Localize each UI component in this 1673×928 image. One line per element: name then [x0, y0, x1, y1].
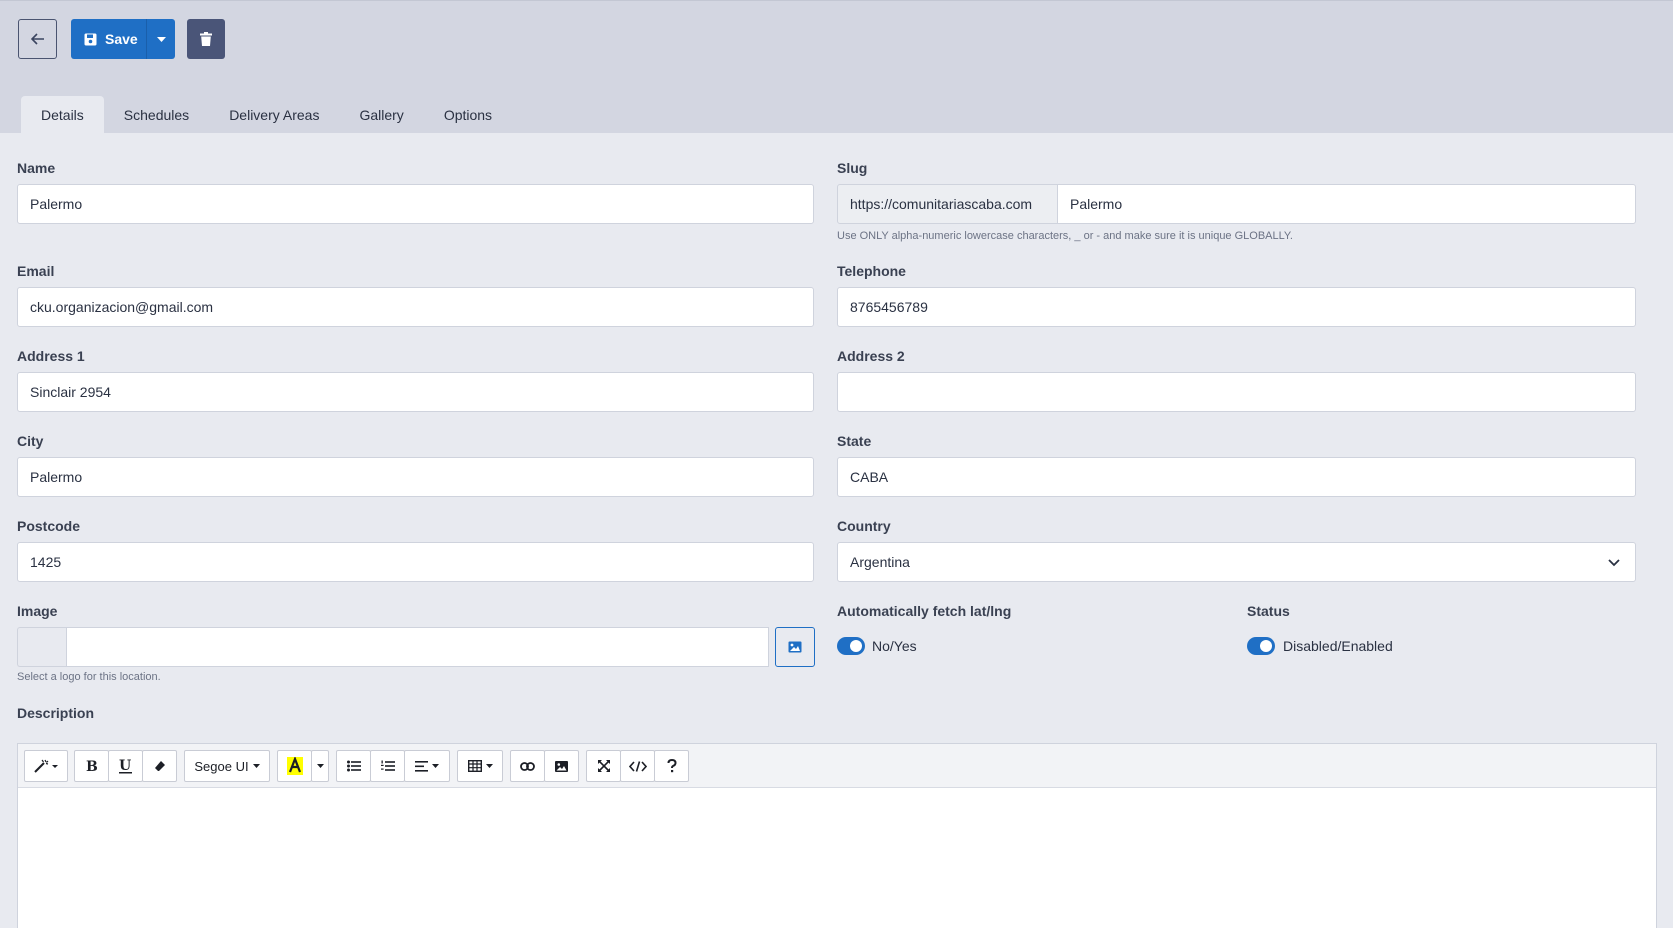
- save-button-group: Save: [71, 19, 175, 59]
- magic-wand-icon: [34, 759, 58, 773]
- description-editor: B U Segoe UI: [17, 743, 1657, 928]
- unordered-list-icon: [346, 760, 361, 772]
- align-left-icon: [415, 760, 428, 772]
- email-label: Email: [17, 263, 55, 279]
- caret-down-icon: [485, 764, 493, 768]
- bulleted-list-button[interactable]: [336, 750, 371, 782]
- image-icon: [788, 641, 802, 653]
- bold-button[interactable]: B: [74, 750, 109, 782]
- slug-prefix: https://comunitariascaba.com: [837, 184, 1058, 224]
- description-label: Description: [17, 705, 95, 721]
- address2-input[interactable]: [837, 372, 1636, 412]
- auto-latlng-toggle[interactable]: [837, 637, 865, 655]
- chevron-down-icon: [1608, 559, 1620, 567]
- delete-button[interactable]: [187, 19, 225, 59]
- fullscreen-button[interactable]: [586, 750, 621, 782]
- help-button[interactable]: [654, 750, 689, 782]
- caret-down-icon: [252, 764, 260, 768]
- image-hint: Select a logo for this location.: [17, 671, 161, 683]
- clear-format-button[interactable]: [142, 750, 177, 782]
- paragraph-align-button[interactable]: [404, 750, 450, 782]
- highlight-color-dropdown[interactable]: [311, 750, 329, 782]
- address2-label: Address 2: [837, 348, 905, 364]
- auto-latlng-label: Automatically fetch lat/lng: [837, 603, 1012, 619]
- expand-icon: [597, 760, 610, 772]
- table-button[interactable]: [457, 750, 503, 782]
- image-input[interactable]: [66, 627, 769, 667]
- bold-icon: B: [86, 759, 98, 773]
- city-label: City: [17, 433, 44, 449]
- link-icon: [520, 761, 535, 771]
- svg-text:B: B: [86, 759, 98, 773]
- editor-toolbar: B U Segoe UI: [18, 744, 1656, 788]
- status-toggle-text: Disabled/Enabled: [1283, 638, 1393, 654]
- status-label: Status: [1247, 603, 1290, 619]
- link-button[interactable]: [510, 750, 545, 782]
- image-label: Image: [17, 603, 58, 619]
- table-icon: [467, 760, 482, 772]
- picture-icon: [555, 760, 568, 772]
- arrow-left-icon: [30, 33, 44, 45]
- editor-content-area[interactable]: [18, 788, 1656, 928]
- auto-latlng-toggle-text: No/Yes: [872, 638, 917, 654]
- svg-text:U: U: [119, 759, 131, 774]
- address1-label: Address 1: [17, 348, 85, 364]
- tab-bar: Details Schedules Delivery Areas Gallery…: [21, 96, 512, 134]
- tab-schedules[interactable]: Schedules: [104, 96, 209, 134]
- header-bar: Save Details Schedules Delivery Areas Ga…: [0, 0, 1673, 134]
- insert-picture-button[interactable]: [544, 750, 579, 782]
- underline-icon: U: [119, 759, 132, 774]
- tab-gallery[interactable]: Gallery: [339, 96, 423, 134]
- postcode-label: Postcode: [17, 518, 81, 534]
- tab-details[interactable]: Details: [21, 96, 104, 134]
- help-icon: [667, 759, 677, 773]
- caret-down-icon: [156, 36, 166, 42]
- status-toggle[interactable]: [1247, 637, 1275, 655]
- country-label: Country: [837, 518, 891, 534]
- caret-down-icon: [316, 764, 324, 768]
- ordered-list-icon: [380, 760, 395, 771]
- underline-button[interactable]: U: [108, 750, 143, 782]
- name-label: Name: [17, 160, 56, 176]
- code-icon: [628, 760, 647, 772]
- slug-hint: Use ONLY alpha-numeric lowercase charact…: [837, 230, 1293, 242]
- country-select-value: Argentina: [850, 554, 910, 570]
- slug-input[interactable]: Palermo: [1057, 184, 1636, 224]
- country-select[interactable]: Argentina: [837, 542, 1636, 582]
- eraser-icon: [154, 761, 165, 771]
- font-family-value: Segoe UI: [194, 758, 249, 774]
- magic-style-button[interactable]: [24, 750, 68, 782]
- text-color-icon: [286, 757, 303, 775]
- highlight-color-button[interactable]: [277, 750, 312, 782]
- floppy-disk-icon: [84, 33, 97, 45]
- save-button-label: Save: [105, 31, 138, 47]
- email-input[interactable]: cku.organizacion@gmail.com: [17, 287, 814, 327]
- caret-down-icon: [432, 764, 439, 768]
- telephone-label: Telephone: [837, 263, 906, 279]
- tab-options[interactable]: Options: [424, 96, 512, 134]
- state-label: State: [837, 433, 872, 449]
- tab-delivery-areas[interactable]: Delivery Areas: [209, 96, 339, 134]
- save-button[interactable]: Save: [71, 19, 146, 59]
- city-input[interactable]: Palermo: [17, 457, 814, 497]
- address1-input[interactable]: Sinclair 2954: [17, 372, 814, 412]
- trash-icon: [200, 32, 212, 46]
- telephone-input[interactable]: 8765456789: [837, 287, 1636, 327]
- state-input[interactable]: CABA: [837, 457, 1636, 497]
- save-options-dropdown[interactable]: [146, 19, 175, 59]
- image-picker-button[interactable]: [775, 627, 815, 667]
- font-family-select[interactable]: Segoe UI: [184, 750, 270, 782]
- image-thumbnail: [17, 627, 67, 667]
- postcode-input[interactable]: 1425: [17, 542, 814, 582]
- back-button[interactable]: [18, 19, 57, 59]
- code-view-button[interactable]: [620, 750, 655, 782]
- numbered-list-button[interactable]: [370, 750, 405, 782]
- slug-label: Slug: [837, 160, 868, 176]
- name-input[interactable]: Palermo: [17, 184, 814, 224]
